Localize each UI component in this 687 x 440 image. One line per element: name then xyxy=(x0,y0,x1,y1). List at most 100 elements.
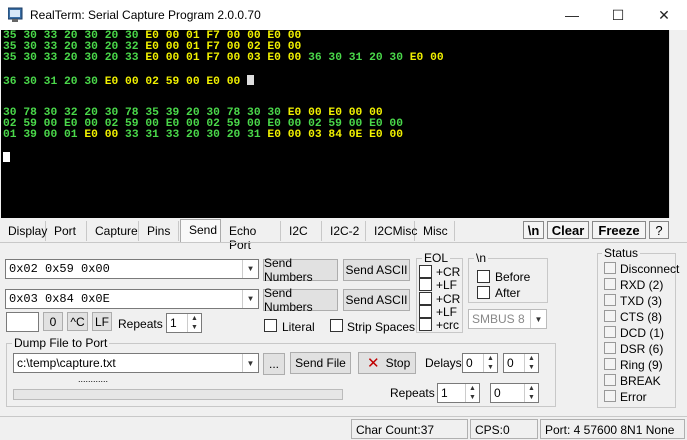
repeats-label: Repeats xyxy=(118,317,163,331)
send-ascii-label: Send ASCII xyxy=(345,263,408,277)
send-line-1-combo[interactable]: 0x02 0x59 0x00 ▼ xyxy=(5,259,259,279)
strip-spaces-checkbox[interactable] xyxy=(330,319,343,332)
dsr-label: DSR (6) xyxy=(620,342,664,356)
tab-panel-divider xyxy=(0,242,687,243)
terminal-scrollbar[interactable] xyxy=(669,30,687,218)
ring-label: Ring (9) xyxy=(620,358,663,372)
terminal-text: E0 00 xyxy=(409,52,444,64)
realterm-app-icon[interactable] xyxy=(7,7,24,23)
eol-cr-checkbox-1[interactable] xyxy=(419,265,432,278)
before-label: Before xyxy=(495,270,531,284)
minimize-button[interactable]: — xyxy=(549,0,595,30)
spin-arrows-icon[interactable]: ▲ ▼ xyxy=(465,384,479,402)
tab-send[interactable]: Send xyxy=(180,219,221,242)
after-checkbox[interactable] xyxy=(477,286,490,299)
tab-echo-port[interactable]: Echo Port xyxy=(221,221,281,252)
chevron-down-icon[interactable]: ▼ xyxy=(242,260,258,278)
send-zero-button[interactable]: 0 xyxy=(43,312,63,331)
strip-spaces-label: Strip Spaces xyxy=(347,320,416,334)
terminal-output[interactable]: 35 30 33 20 30 20 30 E0 00 01 F7 00 00 E… xyxy=(1,30,669,218)
delay2-spinner[interactable]: 0 ▲ ▼ xyxy=(503,353,539,373)
smbus-select[interactable]: SMBUS 8 ▼ xyxy=(468,309,547,329)
browse-button[interactable]: ... xyxy=(263,353,285,375)
eol-crc-checkbox[interactable] xyxy=(419,318,432,331)
ring-indicator xyxy=(604,358,616,370)
eol-title: EOL xyxy=(422,251,451,265)
tab-port[interactable]: Port xyxy=(46,221,87,241)
repeats-value: 1 xyxy=(170,316,177,330)
terminal-text: 36 30 31 20 30 xyxy=(308,52,410,64)
terminal-text: 35 30 33 20 30 20 33 xyxy=(3,52,146,64)
tab-display[interactable]: Display xyxy=(0,221,47,241)
repeats-spinner[interactable]: 1 ▲ ▼ xyxy=(166,313,202,333)
dump-file-title: Dump File to Port xyxy=(12,336,110,350)
dcd-indicator xyxy=(604,326,616,338)
tab-misc[interactable]: Misc xyxy=(415,221,455,241)
send-numbers-button-2[interactable]: Send Numbers xyxy=(263,286,338,314)
eol-lf-checkbox-2[interactable] xyxy=(419,305,432,318)
send-lf-button[interactable]: LF xyxy=(92,312,112,331)
eol-lf-checkbox-1[interactable] xyxy=(419,278,432,291)
terminal-line xyxy=(3,152,669,163)
rxd-label: RXD (2) xyxy=(620,278,664,292)
stop-button[interactable]: ✕ Stop xyxy=(358,352,416,374)
newline-toggle-button[interactable]: \n xyxy=(523,221,544,239)
disconnect-indicator[interactable] xyxy=(604,262,616,274)
terminal-text: E0 00 01 F7 00 03 E0 00 xyxy=(145,52,309,64)
chevron-down-icon[interactable]: ▼ xyxy=(530,310,546,328)
literal-checkbox[interactable] xyxy=(264,319,277,332)
txd-indicator xyxy=(604,294,616,306)
dump-progress-text: ............ xyxy=(78,374,109,384)
tab-i2cmisc[interactable]: I2CMisc xyxy=(366,221,417,241)
status-bar: Char Count:37 CPS:0 Port: 4 57600 8N1 No… xyxy=(0,416,687,440)
delay2-value: 0 xyxy=(507,356,514,370)
port-status: Port: 4 57600 8N1 None xyxy=(540,419,685,439)
delay1-spinner[interactable]: 0 ▲ ▼ xyxy=(462,353,498,373)
tab-i2c-2[interactable]: I2C-2 xyxy=(322,221,366,241)
eol-lf-label-2: +LF xyxy=(436,305,458,319)
send-numbers-button-1[interactable]: Send Numbers xyxy=(263,256,338,284)
dump-repeats-label: Repeats xyxy=(390,386,435,400)
disconnect-label: Disconnect xyxy=(620,262,680,276)
delay1-value: 0 xyxy=(466,356,473,370)
title-bar: RealTerm: Serial Capture Program 2.0.0.7… xyxy=(0,0,687,30)
tab-pins[interactable]: Pins xyxy=(139,221,179,241)
clear-button[interactable]: Clear xyxy=(547,221,589,239)
dump-file-path: c:\temp\capture.txt xyxy=(17,356,116,370)
dump-repeats2-spinner[interactable]: 0 ▲ ▼ xyxy=(490,383,539,403)
send-line-1-value: 0x02 0x59 0x00 xyxy=(9,262,110,276)
break-label: BREAK xyxy=(620,374,661,388)
send-line-2-combo[interactable]: 0x03 0x84 0x0E ▼ xyxy=(5,289,259,309)
send-ascii-button-2[interactable]: Send ASCII xyxy=(343,289,410,311)
spin-arrows-icon[interactable]: ▲ ▼ xyxy=(483,354,497,372)
send-numbers-label: Send Numbers xyxy=(264,256,313,284)
chevron-down-icon[interactable]: ▼ xyxy=(242,290,258,308)
close-button[interactable]: ✕ xyxy=(641,0,687,30)
send-ascii-button-1[interactable]: Send ASCII xyxy=(343,259,410,281)
smbus-value: SMBUS 8 xyxy=(472,312,525,326)
freeze-button[interactable]: Freeze xyxy=(592,221,646,239)
rxd-indicator xyxy=(604,278,616,290)
eol-cr-checkbox-2[interactable] xyxy=(419,292,432,305)
dump-file-path-combo[interactable]: c:\temp\capture.txt ▼ xyxy=(13,353,259,373)
error-label: Error xyxy=(620,390,647,404)
error-indicator xyxy=(604,390,616,402)
spin-arrows-icon[interactable]: ▲ ▼ xyxy=(524,384,538,402)
cts-label: CTS (8) xyxy=(620,310,662,324)
spin-arrows-icon[interactable]: ▲ ▼ xyxy=(524,354,538,372)
spin-arrows-icon[interactable]: ▲ ▼ xyxy=(187,314,201,332)
chevron-down-icon[interactable]: ▼ xyxy=(242,354,258,372)
tab-capture[interactable]: Capture xyxy=(87,221,139,241)
before-checkbox[interactable] xyxy=(477,270,490,283)
char-input[interactable] xyxy=(6,312,39,332)
tab-i2c[interactable]: I2C xyxy=(281,221,322,241)
newline-group-title: \n xyxy=(474,251,489,265)
send-file-button[interactable]: Send File xyxy=(290,352,351,374)
maximize-button[interactable]: ☐ xyxy=(595,0,641,30)
help-button[interactable]: ? xyxy=(649,221,669,239)
dump-repeats1-spinner[interactable]: 1 ▲ ▼ xyxy=(437,383,480,403)
send-ascii-label: Send ASCII xyxy=(345,293,408,307)
send-ctrl-c-button[interactable]: ^C xyxy=(67,312,88,331)
